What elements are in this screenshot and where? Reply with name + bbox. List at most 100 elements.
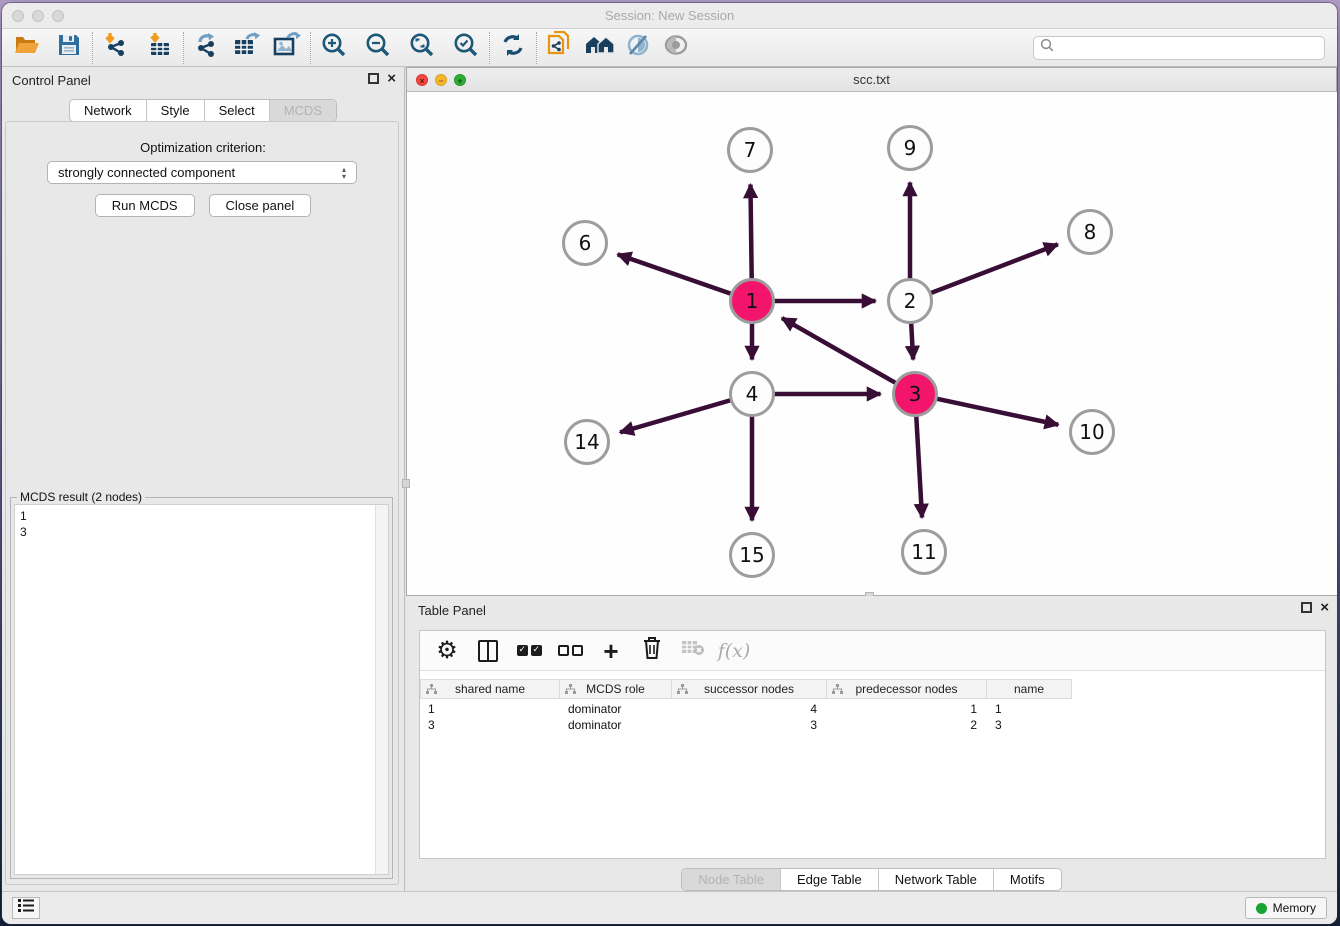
column-header-successor-nodes[interactable]: successor nodes [672,679,827,699]
tab-node-table[interactable]: Node Table [682,869,781,890]
svg-text:7: 7 [744,138,757,162]
zoom-in-button[interactable] [319,33,349,63]
graph-node-14[interactable]: 14 [566,421,609,464]
graph-node-15[interactable]: 15 [731,534,774,577]
show-hide-panel-button[interactable] [661,33,691,63]
zoom-out-icon [365,32,391,63]
float-panel-icon[interactable] [368,73,379,84]
cell-successor-nodes: 4 [672,701,827,717]
result-line: 1 [20,508,383,524]
tab-mcds[interactable]: MCDS [270,100,336,121]
zoom-out-button[interactable] [363,33,393,63]
tab-select[interactable]: Select [205,100,270,121]
mcds-result-title: MCDS result (2 nodes) [17,490,145,504]
graph-node-7[interactable]: 7 [729,129,772,172]
zoom-fit-button[interactable] [407,33,437,63]
graph-node-8[interactable]: 8 [1069,211,1112,254]
result-scrollbar[interactable] [375,505,388,874]
apply-function-button[interactable]: f(x) [721,638,747,664]
task-history-button[interactable] [12,897,40,919]
export-image-button[interactable] [272,33,302,63]
zoom-selected-icon [453,32,479,63]
toolbar-separator [92,32,93,64]
column-header-shared-name[interactable]: shared name [420,679,560,699]
float-table-panel-icon[interactable] [1301,602,1312,613]
table-toolbar: ⚙ + f(x) [420,631,1325,671]
dropdown-stepper-icon: ▴ ▾ [336,163,352,182]
graph-edge-1-7[interactable] [750,184,751,279]
graph-node-6[interactable]: 6 [564,222,607,265]
trash-icon [642,636,662,665]
search-field[interactable] [1033,36,1325,60]
graph-edge-2-3[interactable] [911,322,913,359]
run-mcds-button[interactable]: Run MCDS [95,194,195,217]
toggle-graphics-details-button[interactable] [623,33,653,63]
mcds-result-textarea[interactable]: 1 3 [14,504,389,875]
graph-node-2[interactable]: 2 [889,280,932,323]
import-network-button[interactable] [101,33,131,63]
export-network-button[interactable] [192,33,222,63]
column-header-predecessor-nodes[interactable]: predecessor nodes [827,679,987,699]
network-graph-canvas[interactable]: 7 9 6 8 1 2 4 3 14 10 15 11 [407,92,1337,595]
graph-edge-4-14[interactable] [620,400,731,432]
graph-node-4[interactable]: 4 [731,373,774,416]
search-input[interactable] [1058,38,1324,58]
table-row[interactable]: 1 dominator 4 1 1 [420,701,1072,717]
delete-table-button[interactable] [680,638,706,664]
cell-shared-name: 1 [420,701,560,717]
svg-text:11: 11 [911,540,936,564]
zoom-selected-button[interactable] [451,33,481,63]
table-panel: Table Panel × ⚙ + f(x) [406,596,1337,891]
close-panel-button[interactable]: Close panel [209,194,312,217]
status-bar: Memory [2,891,1337,924]
import-table-button[interactable] [145,33,175,63]
open-session-button[interactable] [12,33,42,63]
column-header-name[interactable]: name [987,679,1072,699]
vertical-splitter-handle[interactable] [402,479,410,488]
column-header-mcds-role[interactable]: MCDS role [560,679,672,699]
svg-text:6: 6 [579,231,592,255]
column-hierarchy-icon [426,684,437,698]
graph-edge-2-8[interactable] [930,244,1058,293]
deselect-all-button[interactable] [557,638,583,664]
graph-node-1[interactable]: 1 [731,280,774,323]
graph-node-10[interactable]: 10 [1071,411,1114,454]
graph-node-9[interactable]: 9 [889,127,932,170]
tab-network[interactable]: Network [70,100,147,121]
control-panel-title: Control Panel [12,73,91,88]
tab-style[interactable]: Style [147,100,205,121]
refresh-view-button[interactable] [498,33,528,63]
zoom-fit-icon [409,32,435,63]
tab-motifs[interactable]: Motifs [994,869,1061,890]
graph-edge-1-6[interactable] [618,254,732,294]
graph-edge-3-11[interactable] [916,415,922,517]
network-view-titlebar[interactable]: × − + scc.txt [407,68,1336,92]
graph-edge-3-10[interactable] [936,399,1058,425]
home-view-button[interactable] [585,33,615,63]
export-table-button[interactable] [232,33,262,63]
memory-button[interactable]: Memory [1245,897,1327,919]
memory-label: Memory [1273,901,1316,915]
table-row[interactable]: 3 dominator 3 2 3 [420,717,1072,733]
show-columns-button[interactable] [475,638,501,664]
tab-network-table[interactable]: Network Table [879,869,994,890]
close-table-panel-icon[interactable]: × [1320,602,1329,613]
duplicate-network-button[interactable] [545,33,575,63]
cell-mcds-role: dominator [560,701,672,717]
graph-node-3[interactable]: 3 [894,373,937,416]
graph-node-11[interactable]: 11 [903,531,946,574]
select-all-button[interactable] [516,638,542,664]
close-panel-icon[interactable]: × [387,73,396,84]
toolbar-separator [489,32,490,64]
save-session-button[interactable] [54,33,84,63]
cell-name: 3 [987,717,1072,733]
eye-icon [663,34,689,61]
table-settings-button[interactable]: ⚙ [434,638,460,664]
tab-edge-table[interactable]: Edge Table [781,869,879,890]
refresh-icon [501,33,525,62]
criterion-dropdown[interactable]: strongly connected component ▴ ▾ [47,161,357,184]
graph-edge-3-1[interactable] [782,318,896,383]
delete-row-button[interactable] [639,638,665,664]
add-column-button[interactable]: + [598,638,624,664]
main-area: Control Panel × Network Style Select MCD… [2,67,1337,891]
